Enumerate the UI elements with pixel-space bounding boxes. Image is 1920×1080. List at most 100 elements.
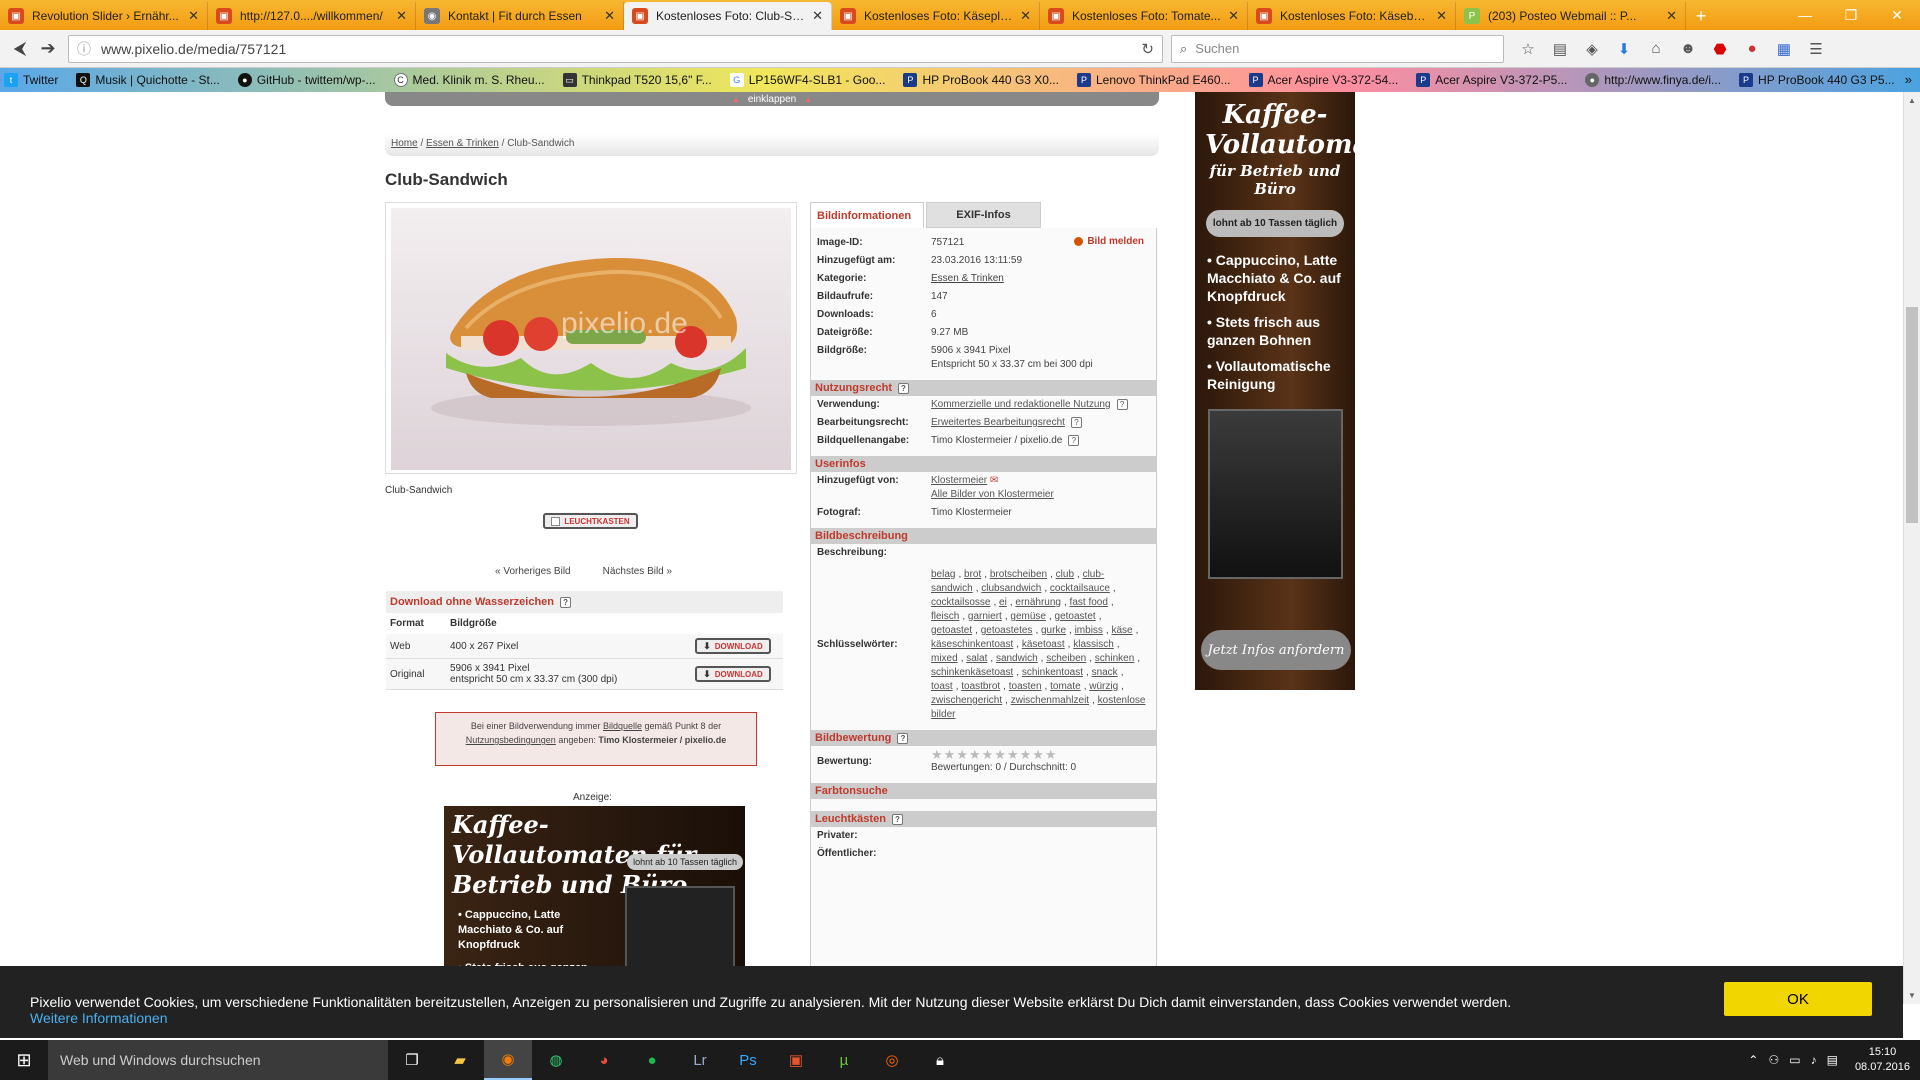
bookmark[interactable]: P Acer Aspire V3-372-54... <box>1248 73 1398 87</box>
help-icon[interactable]: ? <box>1068 435 1080 446</box>
keyword-link[interactable]: fast food <box>1070 597 1108 608</box>
clock[interactable]: 15:10 08.07.2016 <box>1855 1045 1910 1075</box>
adblock-icon[interactable]: ⬣ <box>1704 35 1736 63</box>
chrome-icon[interactable]: ◕ <box>580 1040 628 1080</box>
close-icon[interactable]: ✕ <box>812 8 823 24</box>
more-info-link[interactable]: Weitere Informationen <box>30 1010 1873 1026</box>
keyword-link[interactable]: tomate <box>1050 681 1081 692</box>
keyword-link[interactable]: brot <box>964 569 981 580</box>
keyword-link[interactable]: imbiss <box>1075 625 1103 636</box>
user-link[interactable]: Klostermeier <box>931 475 987 486</box>
bookmark[interactable]: P Acer Aspire V3-372-P5... <box>1416 73 1567 87</box>
forward-button[interactable]: ➔ <box>34 35 62 63</box>
help-icon[interactable]: ? <box>898 382 909 394</box>
file-explorer-icon[interactable]: ▰ <box>436 1040 484 1080</box>
minimize-icon[interactable]: — <box>1782 0 1828 30</box>
source-link[interactable]: Bildquelle <box>603 721 642 731</box>
pocket-icon[interactable]: ◈ <box>1576 35 1608 63</box>
keyword-link[interactable]: fleisch <box>931 611 959 622</box>
tab-exif[interactable]: EXIF-Infos <box>926 202 1041 228</box>
keyword-link[interactable]: ernährung <box>1015 597 1061 608</box>
keyword-link[interactable]: garniert <box>968 611 1002 622</box>
scroll-up-icon[interactable]: ▲ <box>1904 92 1920 109</box>
report-image-link[interactable]: Bild melden <box>1074 236 1144 247</box>
notification-icon[interactable]: ▤ <box>1827 1053 1838 1067</box>
vertical-scrollbar[interactable]: ▲ ▼ <box>1903 92 1920 1004</box>
download-icon[interactable]: ⬇ <box>1608 35 1640 63</box>
breadcrumb-category[interactable]: Essen & Trinken <box>426 138 499 149</box>
keyword-link[interactable]: club <box>1056 569 1074 580</box>
keyword-link[interactable]: gemüse <box>1010 611 1046 622</box>
help-icon[interactable]: ? <box>891 813 903 825</box>
keyword-link[interactable]: zwischengericht <box>931 695 1002 706</box>
all-images-link[interactable]: Alle Bilder von Klostermeier <box>931 489 1054 500</box>
lightroom-icon[interactable]: Lr <box>676 1040 724 1080</box>
firefox-icon[interactable]: ◉ <box>484 1040 532 1080</box>
edit-rights-link[interactable]: Erweitertes Bearbeitungsrecht <box>931 417 1065 428</box>
scroll-thumb[interactable] <box>1906 307 1918 523</box>
keyword-link[interactable]: snack <box>1092 667 1118 678</box>
keyword-link[interactable]: käseschinkentoast <box>931 639 1013 650</box>
spotify-icon[interactable]: ● <box>628 1040 676 1080</box>
keyword-link[interactable]: toastbrot <box>961 681 1000 692</box>
browser-tab[interactable]: ▣ Kostenloses Foto: Tomate... ✕ <box>1040 2 1248 30</box>
ad-cta-button[interactable]: Jetzt Infos anfordern <box>1201 630 1351 670</box>
keyword-link[interactable]: zwischenmahlzeit <box>1011 695 1089 706</box>
task-view-icon[interactable]: ❐ <box>388 1040 436 1080</box>
browser-tab[interactable]: ▣ Revolution Slider › Ernähr... ✕ <box>0 2 208 30</box>
keyword-link[interactable]: sandwich <box>996 653 1038 664</box>
keyword-link[interactable]: getoastetes <box>981 625 1033 636</box>
bookmark[interactable]: ▭ Thinkpad T520 15,6" F... <box>562 73 712 87</box>
breadcrumb-home[interactable]: Home <box>391 138 418 149</box>
usb-icon[interactable]: ⚇ <box>1768 1053 1779 1067</box>
browser-tab[interactable]: ▣ Kostenloses Foto: Käsebuf... ✕ <box>1248 2 1456 30</box>
keyword-link[interactable]: toast <box>931 681 953 692</box>
volume-icon[interactable]: ♪ <box>1811 1053 1817 1067</box>
keyword-link[interactable]: toasten <box>1009 681 1042 692</box>
extension-icon[interactable]: ● <box>1736 35 1768 63</box>
cookie-ok-button[interactable]: OK <box>1724 982 1872 1016</box>
bookmark[interactable]: P HP ProBook 440 G3 X0... <box>903 73 1059 87</box>
keyword-link[interactable]: ei <box>999 597 1007 608</box>
bookmark[interactable]: t Twitter <box>4 73 58 87</box>
tab-image-info[interactable]: Bildinformationen <box>810 202 924 228</box>
chevron-up-icon[interactable]: ⌃ <box>1748 1053 1758 1067</box>
bookmark[interactable]: C Med. Klinik m. S. Rheu... <box>393 73 545 87</box>
star-icon[interactable]: ★ <box>969 748 981 761</box>
reading-list-icon[interactable]: ▤ <box>1544 35 1576 63</box>
revslider-icon[interactable]: ▣ <box>772 1040 820 1080</box>
help-icon[interactable]: ? <box>560 597 572 608</box>
terms-link[interactable]: Nutzungsbedingungen <box>466 735 556 745</box>
flag-icon[interactable]: ▦ <box>1768 35 1800 63</box>
keyword-link[interactable]: cocktailsauce <box>1050 583 1110 594</box>
scroll-down-icon[interactable]: ▼ <box>1904 987 1920 1004</box>
browser-tab[interactable]: ◉ Kontakt | Fit durch Essen ✕ <box>416 2 624 30</box>
keyword-link[interactable]: cocktailsosse <box>931 597 990 608</box>
new-tab-button[interactable]: + <box>1686 2 1716 30</box>
help-icon[interactable]: ? <box>1070 417 1082 428</box>
next-image-link[interactable]: Nächstes Bild » <box>603 566 672 577</box>
browser-tab[interactable]: ▣ Kostenloses Foto: Käseplat... ✕ <box>832 2 1040 30</box>
rating-stars[interactable]: ★ ★ ★ ★ ★ ★ ★ ★ ★ ★ <box>931 748 1150 761</box>
keyword-link[interactable]: klassisch <box>1073 639 1114 650</box>
star-icon[interactable]: ★ <box>956 748 968 761</box>
info-icon[interactable]: ⓘ <box>77 39 91 59</box>
star-icon[interactable]: ★ <box>1032 748 1044 761</box>
network-icon[interactable]: ▭ <box>1789 1053 1800 1067</box>
keyword-link[interactable]: schinkenkäsetoast <box>931 667 1013 678</box>
restore-icon[interactable]: ❐ <box>1828 0 1874 30</box>
bookmark[interactable]: P HP ProBook 440 G3 P5... <box>1739 73 1895 87</box>
help-icon[interactable]: ? <box>1116 399 1128 410</box>
url-bar[interactable]: ⓘ www.pixelio.de/media/757121 ↻ <box>68 34 1163 63</box>
search-input[interactable]: ⌕ Suchen <box>1171 34 1504 63</box>
lightbox-button[interactable]: LEUCHTKASTEN <box>543 513 638 529</box>
mail-icon[interactable]: ✉ <box>990 475 998 486</box>
photo[interactable]: pixelio.de <box>391 208 791 470</box>
menu-icon[interactable]: ☰ <box>1800 35 1832 63</box>
keyword-link[interactable]: scheiben <box>1046 653 1086 664</box>
close-icon[interactable]: ✕ <box>188 8 199 24</box>
origin-icon[interactable]: ◎ <box>868 1040 916 1080</box>
bookmark[interactable]: ● http://www.finya.de/i... <box>1585 73 1721 87</box>
browser-tab-active[interactable]: ▣ Kostenloses Foto: Club-Sa... ✕ <box>624 2 832 30</box>
bookmark[interactable]: ● GitHub - twittem/wp-... <box>237 73 376 87</box>
